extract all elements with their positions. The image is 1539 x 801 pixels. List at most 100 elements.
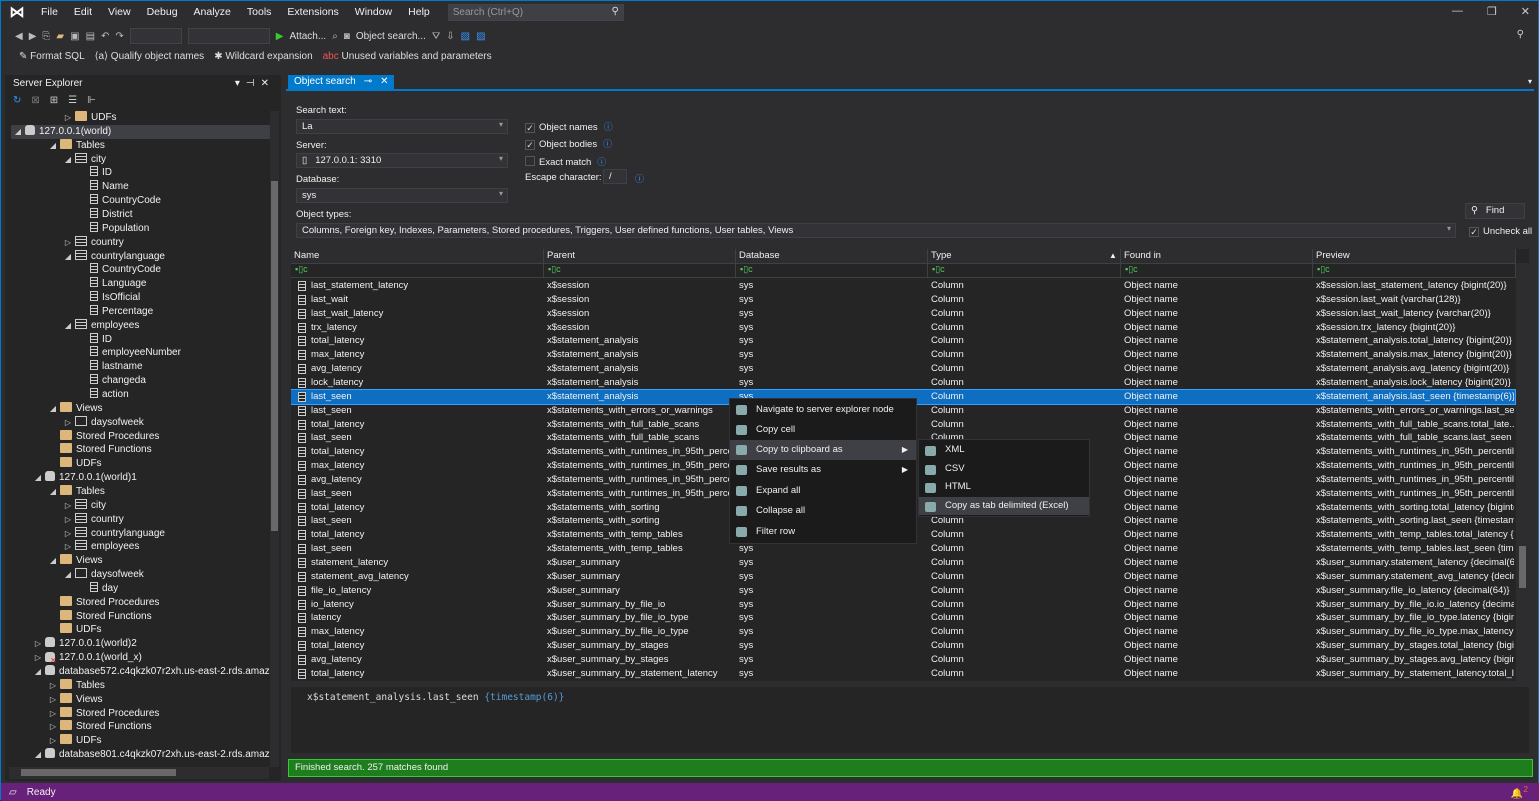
tree-node[interactable]: ▷ city [61,498,106,513]
collapsed-arrow-icon[interactable]: ▷ [31,651,45,665]
filter-icon[interactable]: ⛛ [432,31,440,42]
config-combo[interactable] [129,28,182,44]
tree-node[interactable]: ▷ Tables [46,678,105,693]
menu-debug[interactable]: Debug [139,6,186,18]
server-select[interactable]: ▯ 127.0.0.1: 3310 ▾ [296,153,508,168]
tree-node[interactable]: ▷ UDFs [46,734,102,748]
forward-icon[interactable]: ▶ [29,31,37,42]
escape-character-input[interactable]: / [603,169,627,184]
table-row[interactable]: lock_latency x$statement_analysis sys Colum… [291,376,1515,390]
tree-node[interactable]: ◢ city [61,152,106,167]
menu-window[interactable]: Window [347,6,400,18]
tab-dropdown-icon[interactable]: ▾ [1528,77,1532,86]
collapsed-arrow-icon[interactable]: ▷ [31,637,45,651]
close-tab-icon[interactable]: ✕ [380,76,388,89]
tree-hscrollbar[interactable] [9,767,269,779]
column-header-type[interactable]: Type [928,249,1121,263]
open-icon[interactable]: ▰ [56,31,64,42]
filter-cell[interactable]: ▪▯c [291,263,544,278]
menu-item-copy-to-clipboard-as[interactable]: Copy to clipboard as ▶ [730,440,916,460]
expanded-arrow-icon[interactable]: ◢ [61,250,75,264]
tree-node[interactable]: ◢ Tables [46,138,105,153]
table-row[interactable]: last_wait x$session sys Column Object name x$… [291,293,1515,307]
format-sql-button[interactable]: ✎ Format SQL [19,51,85,62]
table-row[interactable]: avg_latency x$user_summary_by_stages sys Co… [291,653,1515,667]
table-row[interactable]: trx_latency x$session sys Column Object name… [291,321,1515,335]
collapsed-arrow-icon[interactable]: ▷ [46,707,60,721]
tree-node[interactable]: Stored Functions [46,609,152,624]
collapsed-arrow-icon[interactable]: ▷ [61,416,75,430]
expanded-arrow-icon[interactable]: ◢ [61,319,75,333]
tree-node[interactable]: ID [76,166,112,180]
expanded-arrow-icon[interactable]: ◢ [46,554,60,568]
menu-item-save-results-as[interactable]: Save results as ▶ [730,460,916,480]
expanded-arrow-icon[interactable]: ◢ [46,139,60,153]
uncheck-all-checkbox[interactable]: ✓ Uncheck all [1469,226,1532,237]
submenu-item-copy-as-tab-delimited-excel-[interactable]: Copy as tab delimited (Excel) [919,496,1089,515]
object-types-select[interactable]: Columns, Foreign key, Indexes, Parameter… [296,223,1456,238]
menu-view[interactable]: View [100,6,139,18]
tree-node[interactable]: ▷ UDFs [61,111,117,125]
panel-controls[interactable]: ▾⊣✕ [235,78,275,89]
tree-node[interactable]: ◢ countrylanguage [61,249,165,264]
tab-object-search[interactable]: Object search ⊸ ✕ [288,75,395,90]
screenshot-icon[interactable]: ◙ [344,31,350,42]
table-row[interactable]: max_latency x$statement_analysis sys Column… [291,348,1515,362]
pin-tab-icon[interactable]: ⊸ [364,76,372,89]
menu-file[interactable]: File [33,6,66,18]
table-row[interactable]: io_latency x$user_summary_by_file_io sys Co… [291,598,1515,612]
collapse-icon[interactable]: ☰ [68,95,77,106]
tree-node[interactable]: ▷ Stored Functions [46,720,152,734]
expanded-arrow-icon[interactable]: ◢ [61,153,75,167]
tree-node[interactable]: ◢ 127.0.0.1(world)1 [31,471,137,485]
object-search-button[interactable]: Object search... [356,31,426,42]
redo-icon[interactable]: ↷ [115,31,123,42]
wildcard-expansion-button[interactable]: ✱ Wildcard expansion [214,51,312,62]
minimize-button[interactable]: — [1452,5,1463,18]
expanded-arrow-icon[interactable]: ◢ [61,568,75,582]
undo-icon[interactable]: ↶ [101,31,109,42]
menu-extensions[interactable]: Extensions [279,6,346,18]
column-header-name[interactable]: Name [291,249,544,263]
menu-item-copy-cell[interactable]: Copy cell [730,420,916,440]
tree-node[interactable]: ▷ Stored Procedures [46,706,159,721]
save-icon[interactable]: ▣ [70,31,79,42]
tree-node[interactable]: CountryCode [76,263,161,277]
new-item-icon[interactable]: ⎘ [42,31,50,42]
filter-cell[interactable]: ▪▯c [544,263,736,278]
find-button[interactable]: ⚲ Find [1465,203,1525,219]
menu-item-collapse-all[interactable]: Collapse all [730,501,916,521]
column-header-found-in[interactable]: Found in [1121,249,1313,263]
schema-icon[interactable]: ▧ [461,31,470,42]
tree-node[interactable]: ◢ Views [46,401,103,416]
grid-vscrollbar[interactable] [1516,263,1529,681]
table-row[interactable]: avg_latency x$statement_analysis sys Column… [291,362,1515,376]
import-icon[interactable]: ⇩ [446,31,454,42]
table-row[interactable]: max_latency x$user_summary_by_file_io_typ… [291,625,1515,639]
tree-node[interactable]: Percentage [76,304,153,319]
expanded-arrow-icon[interactable]: ◢ [31,665,45,679]
tree-node[interactable]: CountryCode [76,194,161,208]
collapsed-arrow-icon[interactable]: ▷ [46,693,60,707]
save-all-icon[interactable]: ▤ [86,31,95,42]
object-bodies-checkbox[interactable]: ✓ Object bodies ⓘ [525,137,612,150]
collapsed-arrow-icon[interactable]: ▷ [46,679,60,693]
filter-cell[interactable]: ▪▯c [736,263,928,278]
filter-icon[interactable]: ⊩ [87,95,96,106]
tree-node[interactable]: ◢ database572.c4qkzk07r2xh.us-east-2.rds.… [31,665,271,679]
tree-node[interactable]: employeeNumber [76,346,181,360]
collapsed-arrow-icon[interactable]: ▷ [61,111,75,125]
tree-node[interactable]: ◢ daysofweek [61,568,144,582]
close-window-button[interactable]: ✕ [1521,5,1530,18]
expanded-arrow-icon[interactable]: ◢ [11,125,25,139]
tree-node[interactable]: ◢ database801.c4qkzk07r2xh.us-east-2.rds.… [31,748,271,762]
object-names-checkbox[interactable]: ✓ Object names ⓘ [525,120,613,133]
tree-node[interactable]: ID [76,332,112,347]
table-row[interactable]: total_latency x$user_summary_by_stages sys… [291,639,1515,653]
compare-icon[interactable]: ▨ [476,31,485,42]
filter-cell[interactable]: ▪▯c [1313,263,1516,278]
expanded-arrow-icon[interactable]: ◢ [31,748,45,762]
tree-node[interactable]: ▷ country [61,512,124,527]
submenu-item-html[interactable]: HTML [919,478,1089,497]
unused-variables-button[interactable]: abc Unused variables and parameters [323,51,492,62]
